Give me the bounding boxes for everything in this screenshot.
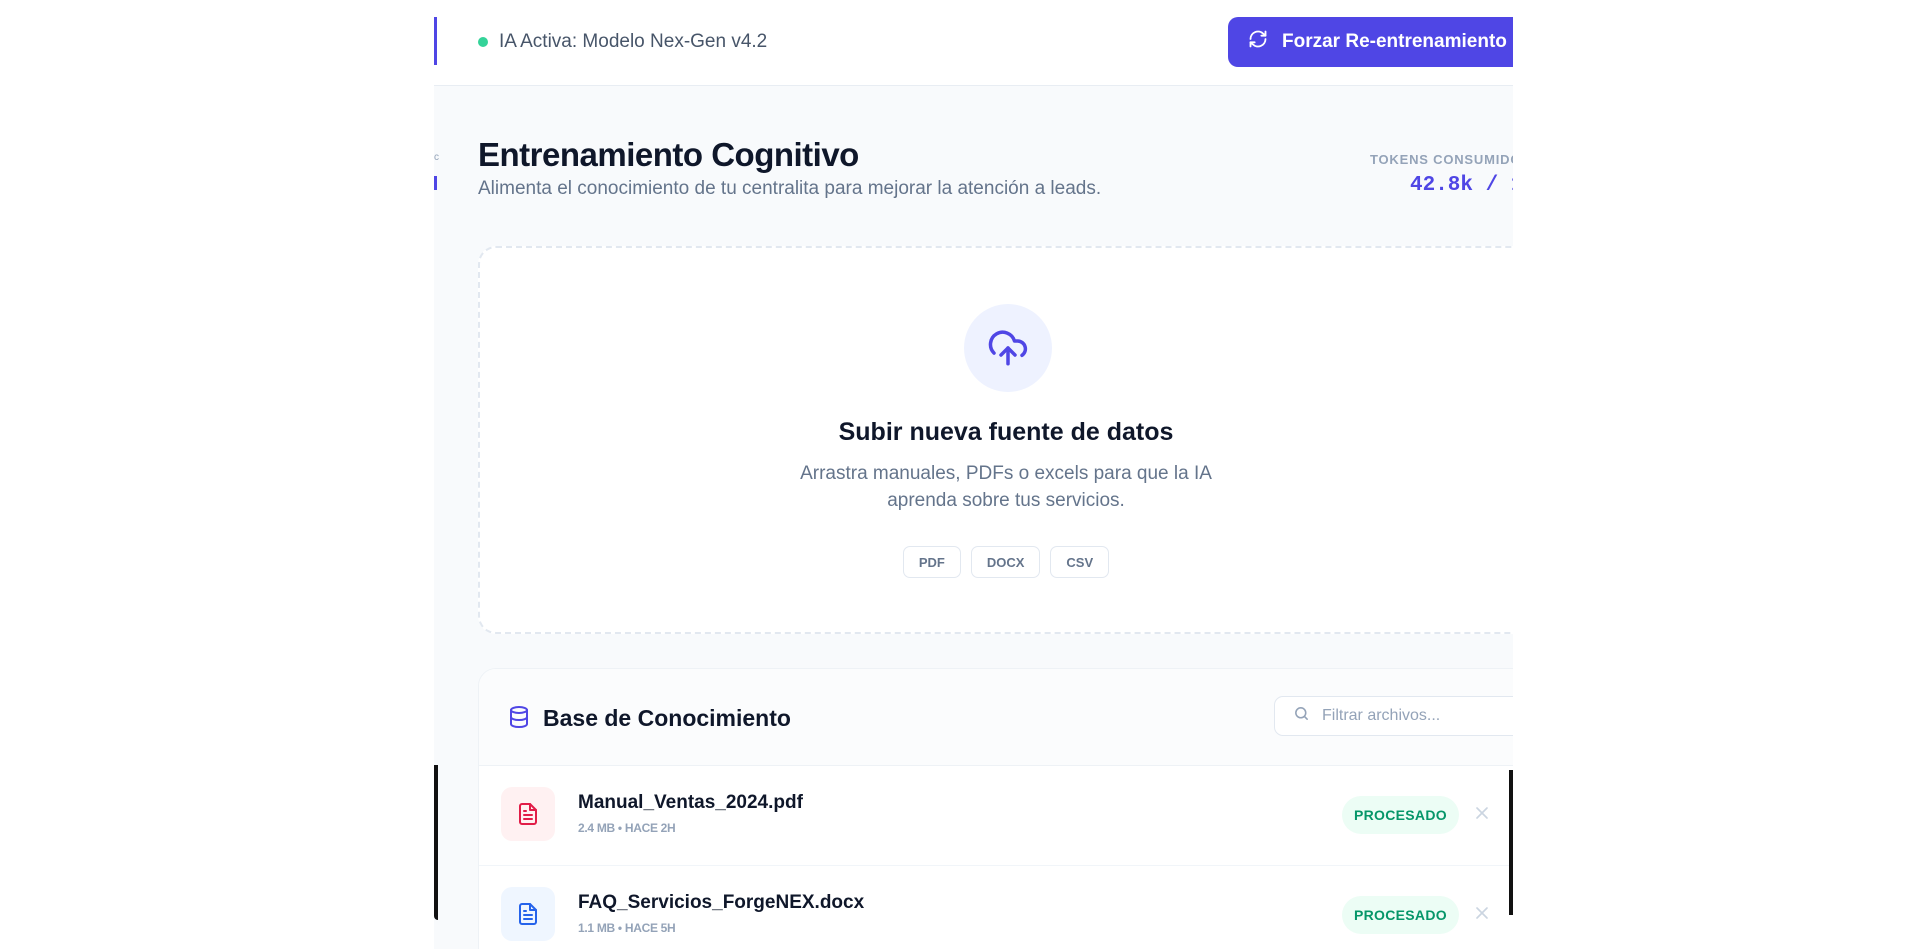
top-bar: IA Activa: Modelo Nex-Gen v4.2 Forzar Re… <box>434 0 1513 86</box>
page-subtitle: Alimenta el conocimiento de tu centralit… <box>478 178 1102 199</box>
tokens-value: 42.8k / 1 <box>1410 174 1513 197</box>
database-icon <box>507 705 531 734</box>
knowledge-base-header: Base de Conocimiento <box>479 669 1513 766</box>
file-name: FAQ_Servicios_ForgeNEX.docx <box>578 892 865 913</box>
force-retrain-button[interactable]: Forzar Re-entrenamiento <box>1228 17 1513 67</box>
file-meta: 1.1 MB • HACE 5H <box>578 921 676 935</box>
pdf-file-icon <box>501 787 555 841</box>
file-row[interactable]: Manual_Ventas_2024.pdf 2.4 MB • HACE 2H … <box>479 765 1513 866</box>
file-filter-input[interactable] <box>1322 707 1513 725</box>
format-chip-csv: CSV <box>1050 546 1110 578</box>
file-row[interactable]: FAQ_Servicios_ForgeNEX.docx 1.1 MB • HAC… <box>479 865 1513 949</box>
upload-description-line2: aprenda sobre tus servicios. <box>887 490 1125 511</box>
upload-title: Subir nueva fuente de datos <box>838 418 1174 446</box>
overlay-edge-right <box>1509 770 1513 915</box>
topbar-accent <box>434 17 437 65</box>
knowledge-base-title: Base de Conocimiento <box>543 705 791 731</box>
ai-status: IA Activa: Modelo Nex-Gen v4.2 <box>478 31 767 53</box>
upload-dropzone[interactable]: Subir nueva fuente de datos Arrastra man… <box>478 246 1513 634</box>
sidebar-edge-text: c <box>434 152 439 163</box>
file-meta: 2.4 MB • HACE 2H <box>578 821 676 835</box>
page-title: Entrenamiento Cognitivo <box>478 136 859 173</box>
close-icon[interactable] <box>1472 903 1492 923</box>
tokens-label: TOKENS CONSUMIDOS <box>1370 152 1513 167</box>
status-badge: PROCESADO <box>1342 796 1459 834</box>
file-name: Manual_Ventas_2024.pdf <box>578 792 803 813</box>
knowledge-base-panel: Base de Conocimiento Manual_Ventas_2024.… <box>478 668 1513 949</box>
search-icon <box>1293 705 1310 727</box>
force-retrain-label: Forzar Re-entrenamiento <box>1282 31 1507 52</box>
refresh-icon <box>1248 29 1268 55</box>
overlay-edge-left <box>434 765 438 920</box>
status-badge: PROCESADO <box>1342 896 1459 934</box>
format-chip-docx: DOCX <box>970 546 1041 578</box>
ai-status-text: IA Activa: Modelo Nex-Gen v4.2 <box>499 31 768 52</box>
close-icon[interactable] <box>1472 803 1492 823</box>
upload-description-line1: Arrastra manuales, PDFs o excels para qu… <box>800 463 1212 484</box>
upload-description: Arrastra manuales, PDFs o excels para qu… <box>480 460 1513 514</box>
format-chips: PDF DOCX CSV <box>480 546 1513 578</box>
sidebar-edge-accent <box>434 176 437 190</box>
docx-file-icon <box>501 887 555 941</box>
format-chip-pdf: PDF <box>902 546 961 578</box>
status-dot <box>478 37 488 47</box>
cloud-upload-icon <box>964 304 1052 392</box>
app-frame: IA Activa: Modelo Nex-Gen v4.2 Forzar Re… <box>434 0 1513 949</box>
file-filter[interactable] <box>1274 696 1513 736</box>
